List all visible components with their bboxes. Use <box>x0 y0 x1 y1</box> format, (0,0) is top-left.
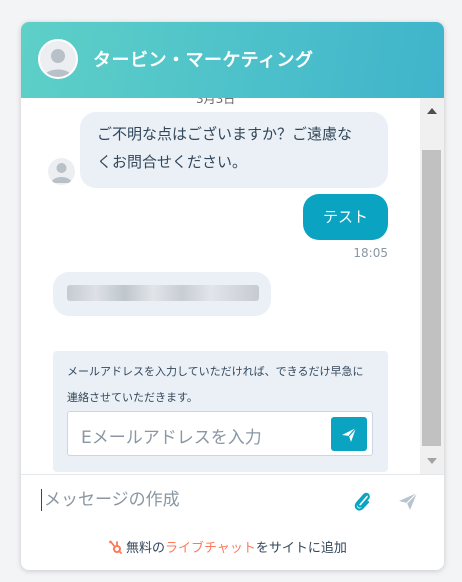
welcome-message: ご不明な点はございますか？ご遠慮な くお問合せください。 <box>80 112 388 188</box>
footer-credit[interactable]: 無料のライブチャットをサイトに追加 <box>108 537 347 556</box>
header-title: タービン・マーケティング <box>93 50 314 71</box>
footer-prefix: 無料の <box>126 541 166 556</box>
redacted-content <box>67 285 259 301</box>
welcome-line-2: くお問合せください。 <box>97 153 248 171</box>
message-timestamp: 18:05 <box>353 246 388 260</box>
chat-widget: タービン・マーケティング 3月3日 ご不明な点はございますか？ご遠慮な くお問合… <box>21 22 444 570</box>
scroll-thumb[interactable] <box>422 150 441 446</box>
paperclip-icon[interactable] <box>351 489 373 513</box>
email-submit-button[interactable] <box>331 417 367 451</box>
footer: 無料のライブチャットをサイトに追加 <box>21 528 444 570</box>
agent-avatar-icon <box>48 158 75 185</box>
send-icon <box>342 427 357 442</box>
live-chat-link[interactable]: ライブチャット <box>165 541 256 556</box>
date-separator: 3月3日 <box>196 98 236 106</box>
user-message-text: テスト <box>322 208 368 226</box>
scroll-down-arrow-icon[interactable] <box>427 458 437 464</box>
email-input-placeholder: Eメールアドレスを入力 <box>81 428 262 448</box>
welcome-line-1: ご不明な点はございますか？ご遠慮な <box>97 125 353 143</box>
email-prompt-line-2: 連絡させていただきます。 <box>67 391 198 404</box>
hubspot-icon <box>109 540 122 554</box>
scrollbar[interactable] <box>420 98 444 474</box>
email-input[interactable]: Eメールアドレスを入力 <box>67 411 373 456</box>
email-prompt-line-1: メールアドレスを入力していただければ、できるだけ早急に <box>67 365 364 378</box>
email-prompt: メールアドレスを入力していただければ、できるだけ早急に 連絡させていただきます。 <box>67 359 377 411</box>
chat-header: タービン・マーケティング <box>21 22 444 98</box>
user-avatar-icon <box>38 39 78 79</box>
send-icon[interactable] <box>397 490 419 512</box>
message-input[interactable]: メッセージの作成 <box>41 489 180 511</box>
user-message: テスト <box>303 194 388 240</box>
footer-suffix: をサイトに追加 <box>255 541 347 556</box>
email-capture-card: メールアドレスを入力していただければ、できるだけ早急に 連絡させていただきます。… <box>53 351 388 472</box>
message-list[interactable]: 3月3日 ご不明な点はございますか？ご遠慮な くお問合せください。 テスト 18… <box>21 98 444 474</box>
message-composer: メッセージの作成 <box>21 474 444 528</box>
scroll-up-arrow-icon[interactable] <box>427 108 437 114</box>
